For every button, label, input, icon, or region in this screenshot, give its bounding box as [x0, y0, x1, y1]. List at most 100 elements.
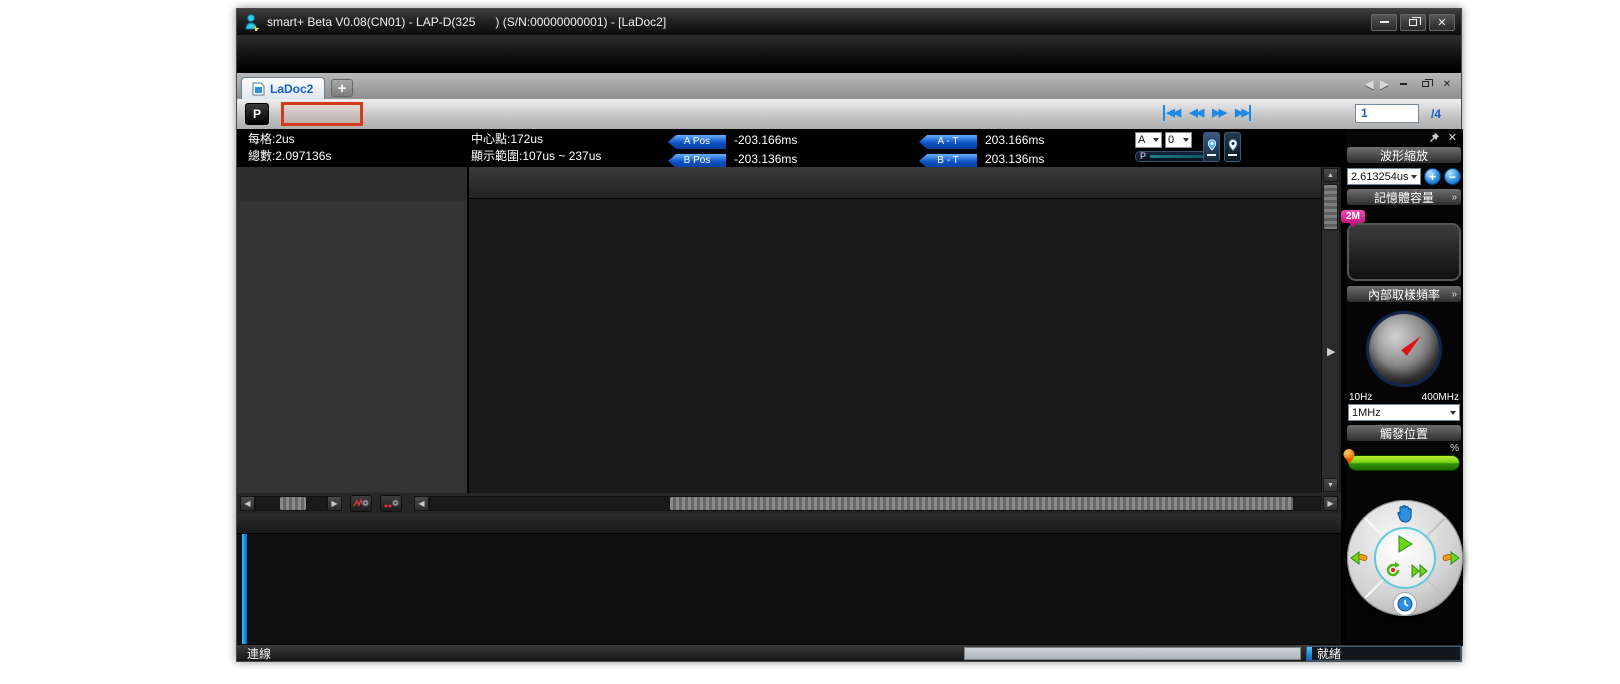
zoom-out-icon[interactable]: − [1444, 168, 1461, 185]
page-bar: P ◀◀ ◀◀ ▶▶ ▶▶ 1 /4 [237, 99, 1461, 129]
trigger-position-header: 觸發位置 [1347, 425, 1461, 441]
scroll-up-icon[interactable]: ▲ [1323, 168, 1338, 182]
title-bar: smart+ Beta V0.08(CN01) - LAP-D(325 ) (S… [237, 9, 1461, 35]
b-pos-badge[interactable]: B Pos [668, 154, 726, 168]
memory-section-header: 記憶體容量» [1347, 189, 1461, 205]
navigator-overview[interactable] [237, 534, 1341, 645]
document-tab-bar: LaDoc2 + ◀ ▶ ✕ [237, 73, 1461, 99]
close-button[interactable]: ✕ [1429, 14, 1455, 31]
total-time-label: 總數:2.097136s [248, 148, 331, 165]
scroll-down-icon[interactable]: ▼ [1323, 478, 1338, 492]
zoom-scale-select[interactable]: 2.613254us [1347, 168, 1421, 185]
timeline-ruler[interactable] [469, 167, 1321, 199]
pin-panel-icon[interactable] [1429, 132, 1440, 143]
doc-close-button[interactable]: ✕ [1439, 77, 1455, 91]
a-pos-value: -203.166ms [734, 132, 797, 149]
scroll-row: ◀ ▶ ◀ ▶ [237, 493, 1341, 514]
marker-pin-b-button[interactable] [1224, 132, 1241, 162]
vertical-scrollbar[interactable]: ▲ ▼ [1321, 167, 1339, 493]
panel-close-icon[interactable]: ✕ [1448, 131, 1457, 144]
repeat-capture-icon[interactable] [1384, 561, 1402, 579]
data-mode-button[interactable] [380, 495, 402, 512]
doc-minimize-button[interactable] [1395, 77, 1411, 91]
channel-scrollbar[interactable] [255, 496, 327, 511]
document-icon [252, 82, 265, 96]
channel-scroll-right-icon[interactable]: ▶ [327, 496, 342, 511]
waveform-camera-icon [353, 498, 369, 510]
navigation-pad [1347, 500, 1463, 616]
memory-tooltip: 2M [1341, 210, 1365, 223]
nav-pad-inner [1374, 527, 1436, 589]
tab-scroll-right-icon[interactable]: ▶ [1380, 77, 1389, 91]
trigger-position-slider[interactable] [1348, 455, 1460, 471]
zoom-in-icon[interactable]: + [1424, 168, 1441, 185]
center-point-label: 中心點:172us [471, 131, 601, 148]
wave-scrollbar[interactable] [429, 496, 1321, 511]
step-right-icon[interactable] [1441, 550, 1461, 566]
channel-panel [237, 167, 469, 493]
b-pos-value: -203.136ms [734, 151, 797, 168]
first-page-icon[interactable]: ◀◀ [1163, 105, 1179, 121]
memory-gauge[interactable]: 2M [1347, 223, 1461, 281]
delay-clock-icon[interactable] [1393, 592, 1417, 616]
status-progress-area [964, 647, 1301, 660]
wave-scroll-left-icon[interactable]: ◀ [414, 496, 429, 511]
frequency-select[interactable]: 1MHz [1348, 404, 1460, 421]
scrollbar-thumb[interactable] [1323, 184, 1338, 230]
doc-restore-button[interactable] [1417, 77, 1433, 91]
display-range-label: 顯示範圍:107us ~ 237us [471, 148, 601, 165]
prev-page-icon[interactable]: ◀◀ [1189, 105, 1202, 121]
main-toolbar [237, 35, 1461, 73]
fast-forward-icon[interactable] [1411, 564, 1429, 578]
freq-min-label: 10Hz [1349, 392, 1372, 403]
dots-camera-icon [383, 498, 399, 510]
b-t-value: 203.136ms [985, 151, 1044, 168]
a-pos-badge[interactable]: A Pos [668, 135, 726, 149]
status-bar: 連線 就緒 [237, 644, 1461, 661]
chevron-down-icon [1183, 138, 1189, 142]
channel-scroll-left-icon[interactable]: ◀ [240, 496, 255, 511]
cursor-select[interactable]: A [1135, 132, 1162, 148]
count-select[interactable]: 0 [1165, 132, 1192, 148]
new-tab-button[interactable]: + [331, 79, 353, 97]
percent-label: % [1450, 443, 1459, 453]
trigger-position-pin[interactable] [1344, 449, 1355, 467]
document-tab[interactable]: LaDoc2 [241, 77, 325, 99]
a-t-badge[interactable]: A - T [919, 135, 977, 149]
noise-filter-button[interactable] [350, 495, 372, 512]
panel-collapse-icon[interactable]: ▶ [1327, 345, 1335, 358]
frequency-section-header: 內部取樣頻率» [1347, 286, 1461, 302]
freq-max-label: 400MHz [1422, 392, 1459, 403]
b-t-badge[interactable]: B - T [919, 154, 977, 168]
page-mode-button[interactable]: P [245, 103, 269, 125]
tab-scroll-left-icon[interactable]: ◀ [1365, 77, 1374, 91]
grid-size-label: 每格:2us [248, 131, 331, 148]
chevron-down-icon [1450, 411, 1456, 415]
map-pin-icon [1227, 138, 1239, 152]
marker-pin-a-button[interactable] [1203, 132, 1220, 162]
play-icon[interactable] [1397, 535, 1413, 553]
chevron-down-icon [1153, 138, 1159, 142]
page-number-input[interactable]: 1 [1355, 104, 1419, 123]
waveform-panel[interactable] [469, 167, 1321, 493]
restore-button[interactable] [1400, 14, 1426, 31]
bottom-panel [237, 514, 1341, 646]
waveform-workspace: ▲ ▼ [237, 167, 1341, 493]
window-title: smart+ Beta V0.08(CN01) - LAP-D(325 ) (S… [267, 15, 666, 29]
frequency-knob[interactable] [1347, 307, 1461, 391]
step-left-icon[interactable] [1349, 550, 1369, 566]
a-t-value: 203.166ms [985, 132, 1044, 149]
pan-hand-icon[interactable] [1396, 503, 1414, 523]
chevron-down-icon [1411, 175, 1417, 179]
navigator-left-marker [242, 534, 247, 645]
app-window: smart+ Beta V0.08(CN01) - LAP-D(325 ) (S… [236, 8, 1462, 662]
next-page-icon[interactable]: ▶▶ [1212, 105, 1225, 121]
minimize-button[interactable] [1371, 14, 1397, 31]
last-page-icon[interactable]: ▶▶ [1235, 105, 1251, 121]
page-total-label: /4 [1431, 107, 1441, 121]
document-tab-label: LaDoc2 [270, 82, 313, 96]
knob-pointer-icon [1401, 333, 1424, 356]
ready-status: 就緒 [1306, 646, 1461, 661]
app-logo-icon [243, 13, 261, 31]
wave-scroll-right-icon[interactable]: ▶ [1323, 496, 1338, 511]
